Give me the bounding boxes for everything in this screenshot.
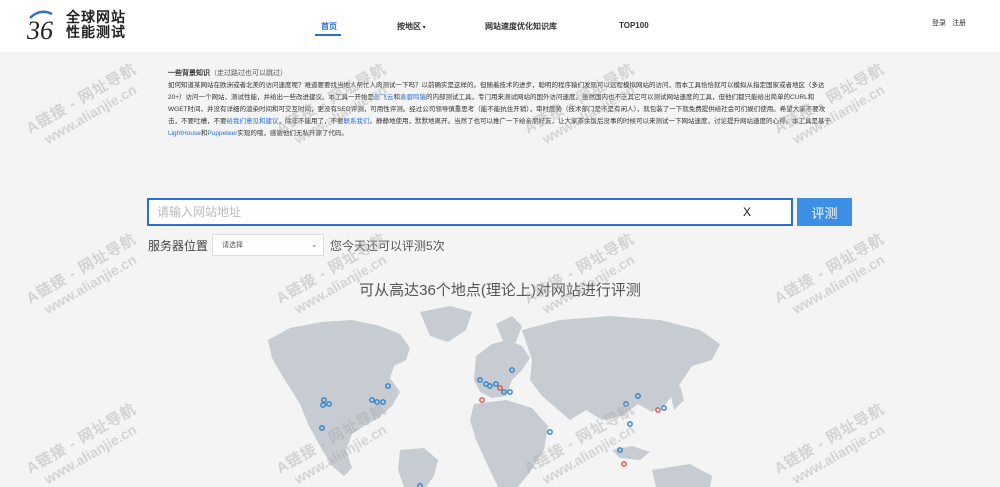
intro-title-note: （走过路过也可以跳过） [210, 70, 287, 77]
land-australia [652, 464, 712, 487]
logo-text: 全球网站 性能测试 [66, 10, 126, 40]
intro-text-5: 。静静地使用，默默地离开。当然了也可以推广一下给亲朋好友，让大家茶余饭后没事的时… [369, 118, 832, 125]
login-link[interactable]: 登录 [932, 18, 946, 28]
watermark: A链接 - 网址导航 www.alianjie.cn [23, 400, 140, 487]
land-africa [470, 400, 548, 487]
chevron-down-icon: ▾ [421, 25, 426, 31]
remaining-quota-text: 您今天还可以评测5次 [330, 238, 445, 253]
server-select-value: 请选择 [222, 242, 244, 249]
url-search-box: X [147, 198, 793, 226]
chevron-down-icon: ⌄ [310, 239, 319, 249]
location-marker[interactable] [479, 397, 485, 403]
location-marker[interactable] [621, 461, 627, 467]
logo-line2: 性能测试 [66, 24, 126, 40]
clear-icon[interactable]: X [743, 205, 751, 219]
land-asia [522, 316, 720, 420]
server-location-select[interactable]: 请选择 ⌄ [212, 234, 325, 256]
link-puppeteer[interactable]: Puppeteer [207, 130, 237, 137]
link-pengfeiyun[interactable]: 彭飞云 [374, 94, 394, 101]
location-marker[interactable] [627, 421, 633, 427]
intro-title-text: 一些背景知识 [168, 70, 210, 77]
land-north-america [268, 320, 410, 476]
site-logo[interactable]: 36 全球网站 性能测试 [26, 8, 126, 46]
top-header: 36 全球网站 性能测试 首页 按地区 ▾ 网站速度优化知识库 TOP100 登… [0, 0, 1000, 52]
watermark: A链接 - 网址导航 www.alianjie.cn [23, 230, 140, 317]
evaluate-button[interactable]: 评测 [797, 198, 852, 226]
register-link[interactable]: 注册 [952, 18, 966, 28]
link-contact[interactable]: 联系我们 [344, 118, 370, 125]
land-indonesia [612, 446, 650, 460]
intro-title: 一些背景知识（走过路过也可以跳过） [168, 68, 832, 80]
nav-home[interactable]: 首页 [321, 21, 337, 32]
location-marker[interactable] [661, 405, 667, 411]
watermark: A链接 - 网址导航 www.alianjie.cn [23, 60, 140, 147]
nav-top100[interactable]: TOP100 [619, 21, 649, 30]
intro-text-4: ，除非不能用了，不要 [278, 118, 344, 125]
nav-active-underline [315, 34, 341, 36]
land-greenland [420, 306, 472, 342]
logo-mark-text: 36 [26, 16, 53, 42]
watermark: A链接 - 网址导航 www.alianjie.cn [771, 230, 888, 317]
server-location-row: 服务器位置 请选择 ⌄ 您今天还可以评测5次 [148, 234, 445, 256]
location-marker[interactable] [507, 389, 513, 395]
world-map-svg [268, 306, 720, 487]
land-scandinavia [496, 316, 522, 344]
world-map [260, 300, 730, 487]
auth-links: 登录 注册 [932, 18, 966, 28]
link-lighthouse[interactable]: LightHouse [168, 130, 201, 137]
server-location-label: 服务器位置 [148, 238, 209, 253]
background-intro: 一些背景知识（走过路过也可以跳过） 如何知道某网站在欧洲或者北美的访问速度呢？难… [168, 68, 832, 140]
url-input[interactable] [149, 200, 791, 224]
logo-mark: 36 [26, 8, 62, 45]
location-marker[interactable] [547, 429, 553, 435]
intro-paragraph: 如何知道某网站在欧洲或者北美的访问速度呢？难道要要找当地人帮忙人肉测试一下吗？以… [168, 80, 832, 140]
watermark: A链接 - 网址导航 www.alianjie.cn [771, 400, 888, 487]
land-south-america [398, 448, 438, 487]
link-feedback[interactable]: 给我们意见和建议 [227, 118, 279, 125]
link-yuanbiming[interactable]: 袁碧鸣猿 [400, 94, 426, 101]
nav-by-region[interactable]: 按地区 ▾ [397, 21, 426, 32]
location-marker[interactable] [655, 407, 661, 413]
logo-icon: 36 [26, 10, 53, 45]
nav-by-region-label: 按地区 [397, 22, 421, 31]
logo-line1: 全球网站 [66, 9, 126, 25]
map-title: 可从高达36个地点(理论上)对网站进行评测 [359, 282, 641, 299]
intro-text-7: 实现的哦，感谢他们无私开源了代码。 [237, 130, 348, 137]
nav-knowledge-base[interactable]: 网站速度优化知识库 [485, 21, 557, 32]
